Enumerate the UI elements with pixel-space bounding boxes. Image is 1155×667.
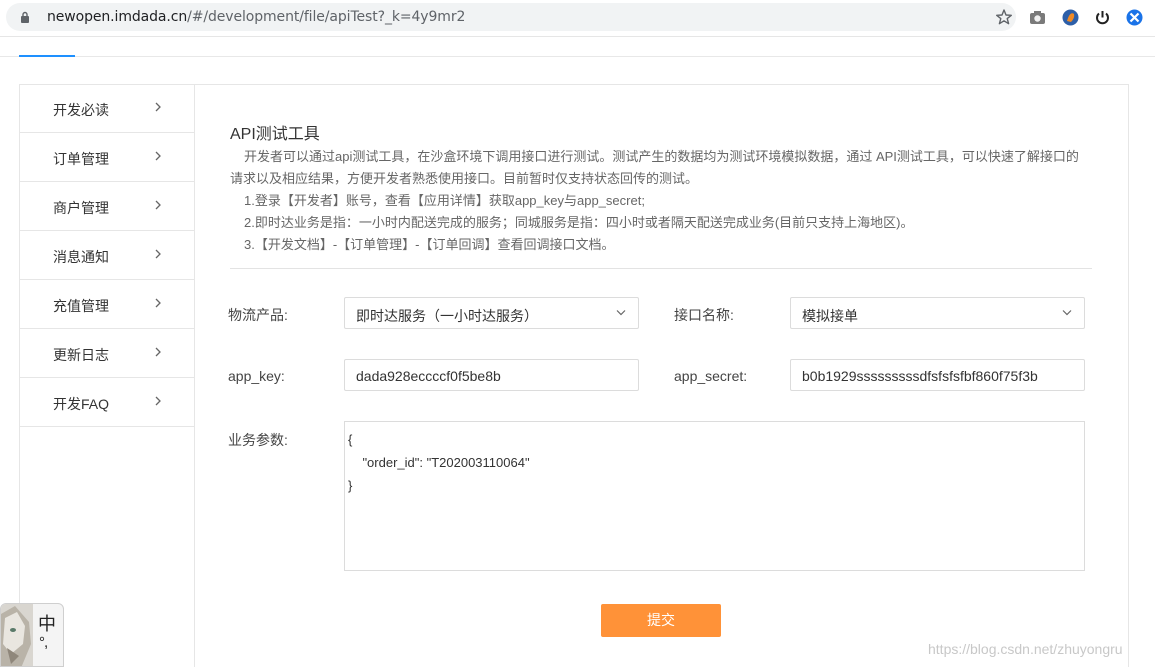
lock-icon (21, 11, 29, 23)
chevron-down-icon (616, 310, 626, 316)
product-select-value: 即时达服务（一小时达服务） (356, 308, 538, 324)
divider (230, 268, 1092, 269)
url-path: /#/development/file/apiTest?_k=4y9mr2 (187, 9, 466, 25)
description: 开发者可以通过api测试工具，在沙盒环境下调用接口进行测试。测试产生的数据均为测… (230, 146, 1090, 256)
desc-line: 3.【开发文档】-【订单管理】-【订单回调】查看回调接口文档。 (244, 237, 615, 252)
sidebar-item-label: 开发FAQ (53, 396, 110, 412)
app-secret-input[interactable]: b0b1929sssssssssdfsfsfsfbf860f75f3b (790, 359, 1085, 391)
app-secret-label: app_secret: (674, 368, 748, 384)
product-select[interactable]: 即时达服务（一小时达服务） (344, 297, 639, 329)
app-secret-value: b0b1929sssssssssdfsfsfsfbf860f75f3b (802, 368, 1038, 384)
extension-icon[interactable] (1126, 9, 1143, 26)
sidebar: 开发必读 订单管理 商户管理 消息通知 充值管理 更新日志 开发FAQ (19, 84, 195, 667)
sidebar-item-merchants[interactable]: 商户管理 (20, 182, 194, 231)
api-name-select[interactable]: 模拟接单 (790, 297, 1085, 329)
url-host: newopen.imdada.cn (47, 9, 188, 25)
sidebar-item-dev-guide[interactable]: 开发必读 (20, 84, 194, 133)
ime-widget[interactable]: 中 °, (0, 603, 64, 667)
desc-line: 2.即时达业务是指：一小时内配送完成的服务；同城服务是指：四小时或者隔天配送完成… (244, 215, 914, 230)
sidebar-item-changelog[interactable]: 更新日志 (20, 329, 194, 378)
power-icon[interactable] (1094, 9, 1111, 26)
watermark: https://blog.csdn.net/zhuyongru (928, 641, 1123, 657)
cat-avatar-icon (1, 604, 33, 666)
top-nav-strip (0, 37, 1155, 57)
chevron-right-icon (155, 249, 161, 259)
url-text: newopen.imdada.cn/#/development/file/api… (47, 9, 465, 25)
chevron-down-icon (1062, 310, 1072, 316)
chevron-right-icon (155, 347, 161, 357)
api-name-select-value: 模拟接单 (802, 308, 858, 324)
sidebar-item-label: 消息通知 (53, 249, 109, 265)
sidebar-item-recharge[interactable]: 充值管理 (20, 280, 194, 329)
bookmark-star-icon[interactable] (995, 8, 1013, 26)
sidebar-item-orders[interactable]: 订单管理 (20, 133, 194, 182)
chevron-right-icon (155, 102, 161, 112)
desc-line: 开发者可以通过api测试工具，在沙盒环境下调用接口进行测试。测试产生的数据均为测… (244, 149, 1079, 164)
page-title: API测试工具 (230, 126, 320, 143)
chevron-right-icon (155, 298, 161, 308)
ime-punctuation-indicator: °, (39, 634, 48, 651)
ime-lang-indicator: 中 (38, 614, 56, 634)
chevron-right-icon (155, 200, 161, 210)
active-tab-indicator (19, 55, 75, 57)
main-content: API测试工具 开发者可以通过api测试工具，在沙盒环境下调用接口进行测试。测试… (196, 84, 1128, 667)
desc-line: 请求以及相应结果，方便开发者熟悉使用接口。目前暂时仅支持状态回传的测试。 (230, 171, 699, 186)
address-bar[interactable]: newopen.imdada.cn/#/development/file/api… (6, 3, 1016, 31)
sidebar-item-label: 充值管理 (53, 298, 109, 314)
desc-line: 1.登录【开发者】账号，查看【应用详情】获取app_key与app_secret… (244, 193, 645, 208)
app-key-input[interactable]: dada928eccccf0f5be8b (344, 359, 639, 391)
avatar-icon[interactable] (1062, 9, 1079, 26)
api-name-label: 接口名称: (674, 307, 734, 323)
browser-toolbar: newopen.imdada.cn/#/development/file/api… (0, 0, 1155, 36)
params-textarea[interactable]: { "order_id": "T202003110064" } (344, 421, 1085, 571)
app-key-value: dada928eccccf0f5be8b (356, 368, 501, 384)
sidebar-item-label: 订单管理 (53, 151, 109, 167)
camera-icon[interactable] (1029, 9, 1046, 26)
sidebar-item-label: 商户管理 (53, 200, 109, 216)
app-key-label: app_key: (228, 368, 285, 384)
sidebar-item-label: 开发必读 (53, 102, 109, 118)
sidebar-item-label: 更新日志 (53, 347, 109, 363)
params-label: 业务参数: (228, 432, 288, 448)
submit-button[interactable]: 提交 (601, 604, 721, 637)
sidebar-item-notifications[interactable]: 消息通知 (20, 231, 194, 280)
chevron-right-icon (155, 151, 161, 161)
chevron-right-icon (155, 396, 161, 406)
params-value: { "order_id": "T202003110064" } (348, 432, 530, 493)
product-label: 物流产品: (228, 307, 288, 323)
sidebar-item-faq[interactable]: 开发FAQ (20, 378, 194, 427)
